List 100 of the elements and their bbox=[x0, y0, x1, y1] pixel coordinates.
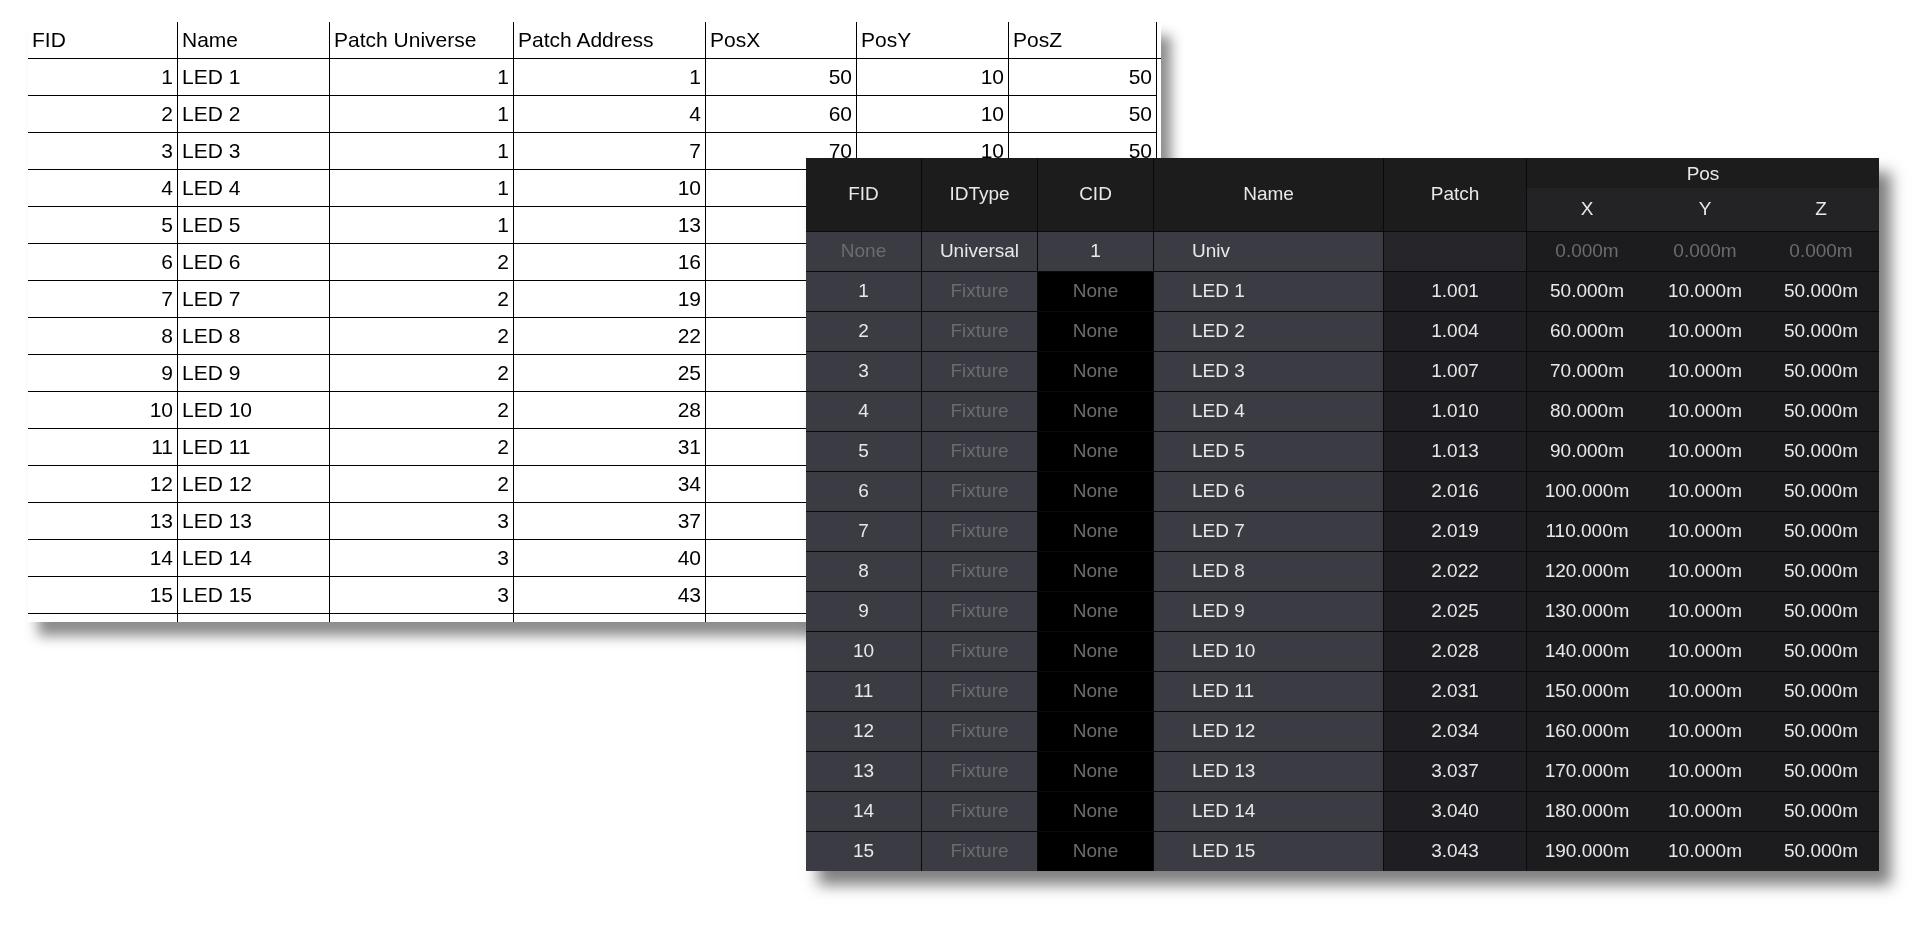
table-cell: 25 bbox=[514, 355, 706, 392]
table-cell: LED 10 bbox=[1154, 632, 1384, 671]
table-cell: 0.000m bbox=[1527, 232, 1647, 271]
table-cell: 10 bbox=[857, 59, 1009, 96]
table-cell: 80.000m bbox=[1527, 392, 1647, 431]
column-header: FID bbox=[28, 22, 178, 59]
table-cell: 50.000m bbox=[1763, 512, 1879, 551]
table-cell: None bbox=[1038, 272, 1154, 311]
table-cell: None bbox=[1038, 432, 1154, 471]
table-cell: 50.000m bbox=[1763, 792, 1879, 831]
table-cell: 13 bbox=[28, 503, 178, 540]
table-cell: 3 bbox=[806, 352, 922, 391]
table-cell: LED 13 bbox=[178, 503, 330, 540]
table-cell: 180.000m bbox=[1527, 792, 1647, 831]
table-cell: Universal bbox=[922, 232, 1038, 271]
table-cell: 2 bbox=[330, 466, 514, 503]
column-header: PosZ bbox=[1009, 22, 1157, 59]
table-cell: 140.000m bbox=[1527, 632, 1647, 671]
table-cell: 10.000m bbox=[1647, 592, 1763, 631]
table-cell: 9 bbox=[806, 592, 922, 631]
table-cell: 50.000m bbox=[1763, 632, 1879, 671]
table-cell: 10.000m bbox=[1647, 832, 1763, 871]
table-cell: 10.000m bbox=[1647, 472, 1763, 511]
table-cell: 160.000m bbox=[1527, 712, 1647, 751]
table-cell: 5 bbox=[806, 432, 922, 471]
table-cell: None bbox=[1038, 512, 1154, 551]
table-cell: 50.000m bbox=[1763, 552, 1879, 591]
table-cell: 16 bbox=[514, 244, 706, 281]
table-cell: LED 11 bbox=[1154, 672, 1384, 711]
table-cell: 1.001 bbox=[1384, 272, 1527, 311]
table-cell: 50.000m bbox=[1763, 672, 1879, 711]
table-cell: 2 bbox=[330, 429, 514, 466]
table-cell: 12 bbox=[806, 712, 922, 751]
table-cell: 10.000m bbox=[1647, 712, 1763, 751]
table-cell: 10.000m bbox=[1647, 392, 1763, 431]
table-cell: 1 bbox=[806, 272, 922, 311]
table-cell: 4 bbox=[806, 392, 922, 431]
table-cell: 50 bbox=[706, 59, 857, 96]
table-cell: 10.000m bbox=[1647, 512, 1763, 551]
table-cell: 3.040 bbox=[1384, 792, 1527, 831]
table-cell: LED 2 bbox=[178, 96, 330, 133]
column-header: Name bbox=[178, 22, 330, 59]
table-cell: 10.000m bbox=[1647, 352, 1763, 391]
table-cell: 1 bbox=[28, 59, 178, 96]
table-cell: 14 bbox=[806, 792, 922, 831]
table-cell: LED 15 bbox=[1154, 832, 1384, 871]
table-cell: 13 bbox=[514, 207, 706, 244]
table-cell: 7 bbox=[806, 512, 922, 551]
table-cell: None bbox=[1038, 712, 1154, 751]
table-cell: 10 bbox=[857, 96, 1009, 133]
table-cell: LED 4 bbox=[1154, 392, 1384, 431]
table-cell: 60.000m bbox=[1527, 312, 1647, 351]
table-cell: 90.000m bbox=[1527, 432, 1647, 471]
table-cell: None bbox=[1038, 792, 1154, 831]
table-cell: 170.000m bbox=[1527, 752, 1647, 791]
table-cell: LED 9 bbox=[1154, 592, 1384, 631]
table-cell: 2 bbox=[806, 312, 922, 351]
table-cell: 3.037 bbox=[1384, 752, 1527, 791]
table-cell: 1 bbox=[330, 207, 514, 244]
table-cell: 12 bbox=[28, 466, 178, 503]
table-cell: 50.000m bbox=[1763, 592, 1879, 631]
table-cell: 2 bbox=[330, 318, 514, 355]
table-cell: 0.000m bbox=[1647, 232, 1763, 271]
table-cell: 50.000m bbox=[1763, 712, 1879, 751]
table-cell: 60 bbox=[706, 96, 857, 133]
column-header: Patch Universe bbox=[330, 22, 514, 59]
column-header: PosY bbox=[857, 22, 1009, 59]
table-cell: 190.000m bbox=[1527, 832, 1647, 871]
table-cell: LED 2 bbox=[1154, 312, 1384, 351]
table-cell: 2.031 bbox=[1384, 672, 1527, 711]
table-cell: LED 3 bbox=[178, 133, 330, 170]
table-cell: LED 5 bbox=[1154, 432, 1384, 471]
table-cell: 1.004 bbox=[1384, 312, 1527, 351]
table-cell: 1.013 bbox=[1384, 432, 1527, 471]
table-cell: 50.000m bbox=[1763, 832, 1879, 871]
table-cell: 1.010 bbox=[1384, 392, 1527, 431]
table-cell: None bbox=[1038, 472, 1154, 511]
table-cell: 2.016 bbox=[1384, 472, 1527, 511]
table-cell: None bbox=[1038, 752, 1154, 791]
table-cell: 1 bbox=[330, 59, 514, 96]
table-cell: 50.000m bbox=[1527, 272, 1647, 311]
table-cell: 34 bbox=[514, 466, 706, 503]
table-cell: 37 bbox=[514, 503, 706, 540]
table-cell: 3 bbox=[330, 577, 514, 614]
table-cell: 50 bbox=[1009, 59, 1157, 96]
table-cell: 22 bbox=[514, 318, 706, 355]
table-cell: 100.000m bbox=[1527, 472, 1647, 511]
table-cell: 1 bbox=[1038, 232, 1154, 271]
table-cell: None bbox=[1038, 672, 1154, 711]
table-cell: 50.000m bbox=[1763, 472, 1879, 511]
table-cell: 10 bbox=[28, 392, 178, 429]
table-cell: 5 bbox=[28, 207, 178, 244]
table-cell: 50.000m bbox=[1763, 392, 1879, 431]
table-cell: None bbox=[1038, 632, 1154, 671]
table-cell: 10 bbox=[514, 170, 706, 207]
table-cell: 10.000m bbox=[1647, 792, 1763, 831]
table-cell: LED 5 bbox=[178, 207, 330, 244]
table-cell: 1 bbox=[514, 59, 706, 96]
table-cell: LED 13 bbox=[1154, 752, 1384, 791]
table-cell: LED 14 bbox=[178, 540, 330, 577]
